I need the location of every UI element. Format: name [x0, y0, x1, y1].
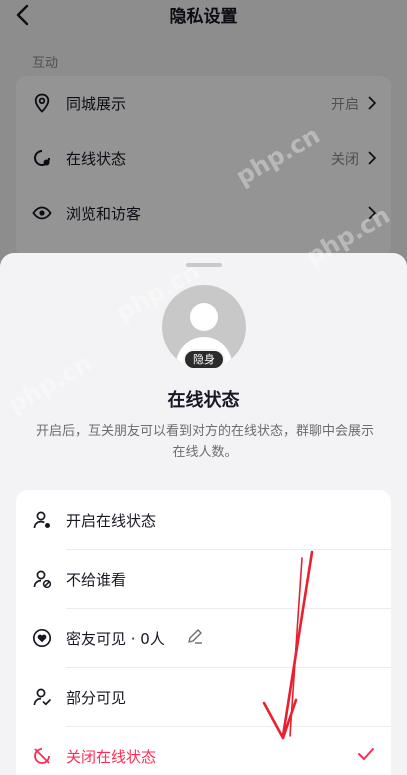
eye-off-icon — [34, 748, 50, 764]
user-check-icon — [33, 688, 51, 706]
user-online-icon — [33, 511, 50, 529]
option-label: 部分可见 — [66, 689, 127, 707]
avatar-head — [190, 303, 218, 331]
sheet-description: 开启后，互关朋友可以看到对方的在线状态，群聊中会展示在线人数。 — [35, 424, 374, 460]
option-label: 密友可见 · 0人 — [66, 630, 165, 648]
option-partially-visible[interactable]: 部分可见 — [16, 667, 391, 726]
user-block-icon — [33, 570, 52, 589]
edit-icon[interactable] — [186, 627, 204, 645]
visibility-options: 开启在线状态 不给谁看 密友可见 · 0人 部分可见 关闭在线状态 — [16, 490, 391, 775]
option-disable-online-status[interactable]: 关闭在线状态 — [16, 726, 391, 775]
option-label: 不给谁看 — [66, 571, 127, 589]
option-enable-online-status[interactable]: 开启在线状态 — [16, 490, 391, 549]
option-label: 关闭在线状态 — [66, 748, 157, 766]
stealth-badge: 隐身 — [183, 349, 225, 370]
option-hide-from[interactable]: 不给谁看 — [16, 549, 391, 608]
option-label: 开启在线状态 — [66, 512, 157, 530]
online-status-sheet: 隐身 在线状态 开启后，互关朋友可以看到对方的在线状态，群聊中会展示在线人数。 … — [0, 253, 407, 775]
option-close-friends[interactable]: 密友可见 · 0人 — [16, 608, 391, 667]
heart-shield-icon — [32, 628, 52, 648]
check-icon — [358, 748, 374, 760]
